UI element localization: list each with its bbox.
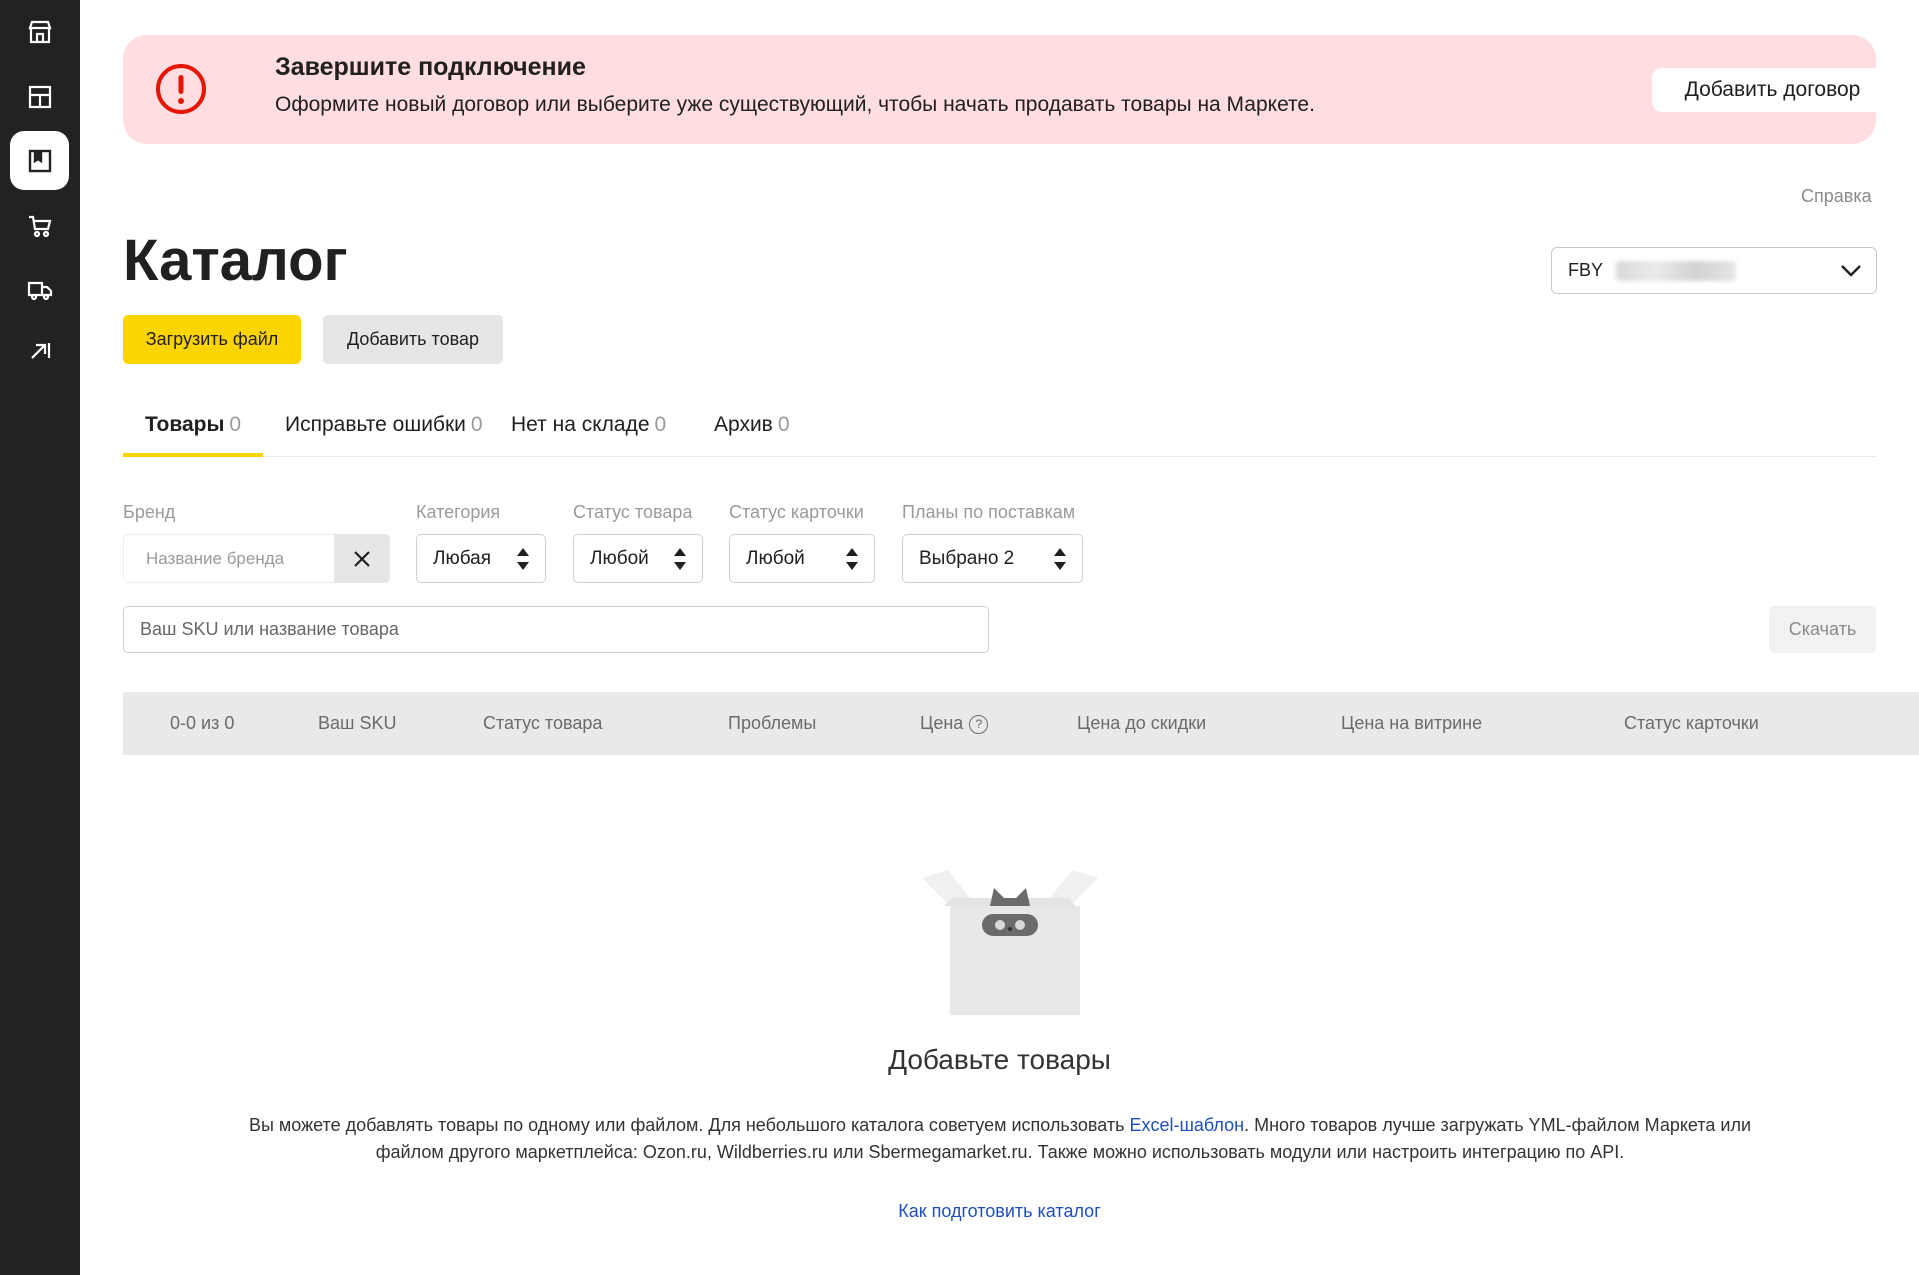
column-header-price-label: Цена bbox=[920, 713, 964, 733]
sort-arrows-icon bbox=[846, 548, 858, 570]
dashboard-icon bbox=[28, 85, 51, 108]
catalog-guide-link[interactable]: Как подготовить каталог bbox=[80, 1201, 1919, 1222]
help-link[interactable]: Справка bbox=[1801, 186, 1872, 207]
card-status-select-value: Любой bbox=[746, 548, 805, 569]
product-status-select[interactable]: Любой bbox=[573, 534, 703, 583]
category-filter-label: Категория bbox=[416, 502, 501, 522]
download-button[interactable]: Скачать bbox=[1769, 606, 1876, 653]
nav-item-expand[interactable] bbox=[10, 320, 69, 379]
sort-arrows-icon bbox=[674, 548, 686, 570]
sidebar bbox=[0, 0, 80, 1275]
card-status-filter-label: Статус карточки bbox=[729, 502, 864, 522]
main-content: Завершите подключение Оформите новый дог… bbox=[80, 0, 1919, 1275]
page-title: Каталог bbox=[123, 228, 348, 293]
brand-input[interactable] bbox=[123, 534, 334, 583]
tab-count: 0 bbox=[654, 413, 667, 436]
help-icon[interactable]: ? bbox=[969, 715, 989, 734]
column-header-range: 0-0 из 0 bbox=[170, 713, 235, 733]
tab-archive[interactable]: Архив 0 bbox=[692, 405, 812, 457]
column-header-problems[interactable]: Проблемы bbox=[728, 713, 816, 734]
close-icon bbox=[354, 550, 370, 567]
category-select[interactable]: Любая bbox=[416, 534, 546, 583]
storefront-icon bbox=[27, 20, 52, 43]
sku-search-input[interactable] bbox=[123, 606, 989, 653]
catalog-tabs: Товары 0 Исправьте ошибки 0 Нет на складе 0… bbox=[123, 405, 1876, 457]
tab-label: Нет на складе bbox=[511, 413, 650, 436]
column-header-showcase-price[interactable]: Цена на витрине bbox=[1341, 713, 1482, 734]
nav-item-orders[interactable] bbox=[10, 196, 69, 255]
expand-arrow-icon bbox=[30, 342, 50, 359]
empty-state-title: Добавьте товары bbox=[888, 1044, 1111, 1075]
banner-text: Оформите новый договор или выберите уже … bbox=[275, 93, 1315, 116]
chevron-down-icon bbox=[1841, 265, 1861, 277]
banner-title: Завершите подключение bbox=[275, 53, 586, 81]
add-product-button[interactable]: Добавить товар bbox=[323, 315, 503, 364]
column-header-price[interactable]: Цена? bbox=[920, 713, 989, 734]
column-header-sku[interactable]: Ваш SKU bbox=[318, 713, 396, 734]
brand-filter-label: Бренд bbox=[123, 502, 176, 522]
upload-file-button[interactable]: Загрузить файл bbox=[123, 315, 301, 364]
sort-arrows-icon bbox=[1054, 548, 1066, 570]
nav-item-logistics[interactable] bbox=[10, 260, 69, 319]
cart-icon bbox=[28, 215, 51, 237]
table-header: 0-0 из 0 Ваш SKU Статус товара Проблемы … bbox=[123, 692, 1919, 755]
add-contract-button[interactable]: Добавить договор bbox=[1652, 68, 1893, 112]
tab-label: Архив bbox=[714, 413, 773, 436]
column-header-price-before-discount[interactable]: Цена до скидки bbox=[1077, 713, 1206, 734]
tab-fix-errors[interactable]: Исправьте ошибки 0 bbox=[263, 405, 505, 457]
empty-box-cat-illustration bbox=[922, 870, 1098, 1015]
store-select[interactable]: FBY bbox=[1551, 247, 1877, 294]
nav-item-dashboard[interactable] bbox=[10, 67, 69, 126]
excel-template-link[interactable]: Excel-шаблон bbox=[1129, 1115, 1244, 1135]
tab-products[interactable]: Товары 0 bbox=[123, 405, 264, 457]
category-select-value: Любая bbox=[433, 548, 492, 569]
nav-item-store[interactable] bbox=[10, 2, 69, 61]
supply-plans-select-value: Выбрано 2 bbox=[919, 548, 1015, 569]
empty-text-part: Вы можете добавлять товары по одному или… bbox=[248, 1115, 1130, 1135]
supply-plans-select[interactable]: Выбрано 2 bbox=[902, 534, 1083, 583]
tab-label: Исправьте ошибки bbox=[285, 413, 466, 436]
tab-count: 0 bbox=[229, 413, 242, 436]
tab-count: 0 bbox=[777, 413, 790, 436]
store-name-blurred bbox=[1616, 261, 1736, 281]
supply-plans-filter-label: Планы по поставкам bbox=[902, 502, 1076, 522]
store-select-label: FBY bbox=[1568, 260, 1604, 280]
sort-arrows-icon bbox=[517, 548, 529, 570]
empty-state-text: Вы можете добавлять товары по одному или… bbox=[240, 1112, 1760, 1166]
truck-icon bbox=[27, 281, 52, 300]
column-header-card-status[interactable]: Статус карточки bbox=[1624, 713, 1759, 734]
nav-item-catalog[interactable] bbox=[10, 131, 69, 190]
catalog-icon bbox=[28, 149, 51, 172]
tab-label: Товары bbox=[145, 413, 225, 436]
alert-icon bbox=[156, 64, 206, 114]
card-status-select[interactable]: Любой bbox=[729, 534, 875, 583]
product-status-select-value: Любой bbox=[590, 548, 649, 569]
column-header-product-status[interactable]: Статус товара bbox=[483, 713, 602, 734]
connection-banner: Завершите подключение Оформите новый дог… bbox=[123, 35, 1893, 144]
tab-count: 0 bbox=[470, 413, 483, 436]
clear-brand-button[interactable] bbox=[334, 534, 390, 583]
product-status-filter-label: Статус товара bbox=[573, 502, 693, 522]
tab-out-of-stock[interactable]: Нет на складе 0 bbox=[489, 405, 688, 457]
